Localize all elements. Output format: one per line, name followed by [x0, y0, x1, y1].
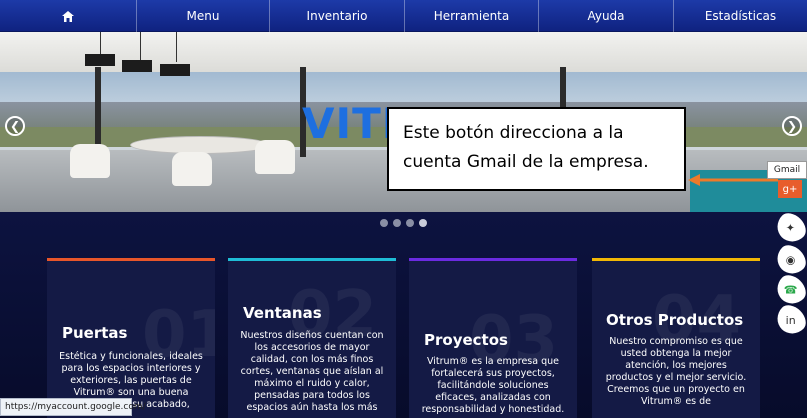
nav-menu[interactable]: Menu — [137, 0, 270, 32]
top-nav: Menu Inventario Herramienta Ayuda Estadí… — [0, 0, 807, 32]
card-otros-productos[interactable]: 04 Otros Productos Nuestro compromiso es… — [592, 258, 760, 418]
card-line: Vitrum® es de — [640, 396, 712, 407]
card-line: calidad, con los más finos — [250, 354, 374, 365]
slider-dots — [380, 219, 427, 227]
status-bar-url: https://myaccount.google.com/ — [0, 398, 146, 416]
card-proyectos[interactable]: 03 Proyectos Vitrum® es la empresa que f… — [409, 258, 577, 418]
card-line: pensadas para todos los — [254, 390, 370, 401]
gmail-button[interactable]: g+ — [778, 180, 802, 198]
slider-dot[interactable] — [406, 219, 414, 227]
slider-dot-active[interactable] — [419, 219, 427, 227]
whatsapp-icon: ☎ — [784, 283, 798, 297]
card-puertas[interactable]: 01 Puertas Estética y funcionales, ideal… — [47, 258, 215, 418]
card-line: usted obtenga la mejor — [620, 348, 732, 359]
card-line: fortalecerá sus proyectos, — [431, 368, 555, 379]
card-line: exteriores, las puertas de — [70, 375, 192, 386]
card-title: Puertas — [62, 324, 128, 342]
home-icon — [62, 10, 74, 22]
card-line: productos y el mejor servicio. — [605, 372, 747, 383]
card-title: Otros Productos — [606, 311, 744, 329]
card-ventanas[interactable]: 02 Ventanas Nuestros diseños cuentan con… — [228, 258, 396, 418]
linkedin-icon: in — [785, 313, 797, 327]
card-line: Nuestro compromiso es que — [609, 336, 743, 347]
card-line: los accesorios de mayor — [254, 342, 370, 353]
card-line: eficaces, analizadas con — [435, 392, 551, 403]
card-accent-bar — [409, 258, 577, 261]
card-line: para los espacios interiores y — [61, 363, 201, 374]
card-title: Proyectos — [424, 331, 508, 349]
chair — [172, 152, 212, 186]
chair — [255, 140, 295, 174]
card-accent-bar — [47, 258, 215, 261]
lamp-wire — [140, 32, 141, 62]
slider-dot[interactable] — [380, 219, 388, 227]
card-line: Estética y funcionales, ideales — [59, 351, 203, 362]
nav-ayuda[interactable]: Ayuda — [539, 0, 674, 32]
nav-estadisticas[interactable]: Estadísticas — [674, 0, 807, 32]
annotation-callout: Este botón direcciona a la cuenta Gmail … — [387, 107, 686, 191]
chair — [70, 144, 110, 178]
chevron-left-icon: ❮ — [9, 119, 21, 133]
card-text: Nuestro compromiso es que usted obtenga … — [592, 336, 760, 408]
card-text: Vitrum® es la empresa que fortalecerá su… — [409, 356, 577, 416]
chevron-right-icon: ❯ — [786, 119, 798, 133]
card-line: Nuestros diseños cuentan con — [240, 330, 384, 341]
home-button[interactable] — [0, 0, 137, 32]
card-line: atención, los mejores — [625, 360, 727, 371]
nav-herramienta[interactable]: Herramienta — [405, 0, 539, 32]
twitter-icon: ✦ — [786, 221, 796, 235]
slider-prev-button[interactable]: ❮ — [5, 116, 25, 136]
pendant-lamp — [85, 54, 115, 66]
pendant-lamp — [160, 64, 190, 76]
slider-dot[interactable] — [393, 219, 401, 227]
gmail-tooltip: Gmail — [767, 161, 807, 179]
google-plus-icon: g+ — [782, 183, 798, 195]
callout-line: cuenta Gmail de la empresa. — [403, 152, 649, 172]
slider-next-button[interactable]: ❯ — [782, 116, 802, 136]
callout-line: Este botón direcciona a la — [403, 123, 624, 143]
instagram-icon: ◉ — [786, 253, 796, 267]
card-line: Creemos que un proyecto en — [607, 384, 745, 395]
card-line: responsabilidad y honestidad. — [421, 404, 565, 415]
card-line: máximo el ruido y calor, — [254, 378, 370, 389]
card-line: facilitándole soluciones — [437, 380, 549, 391]
lamp-wire — [176, 32, 177, 62]
card-line: Vitrum® es la empresa que — [426, 356, 559, 367]
card-title: Ventanas — [243, 304, 322, 322]
card-line: espacios aún hasta los más — [246, 402, 378, 413]
card-line: cortes, ventanas que aíslan al — [240, 366, 384, 377]
nav-inventario[interactable]: Inventario — [270, 0, 405, 32]
card-accent-bar — [228, 258, 396, 261]
card-text: Nuestros diseños cuentan con los accesor… — [228, 330, 396, 414]
pendant-lamp — [122, 60, 152, 72]
card-accent-bar — [592, 258, 760, 261]
